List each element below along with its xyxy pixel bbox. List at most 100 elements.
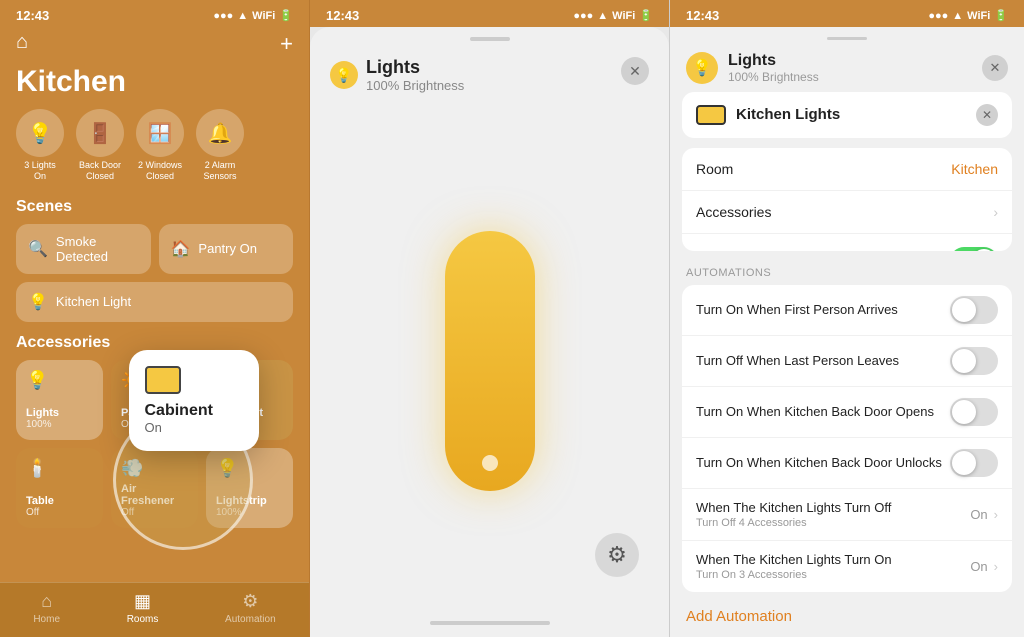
page-title: Kitchen: [0, 65, 309, 109]
tab-automation[interactable]: ⚙ Automation: [225, 591, 276, 625]
light-shape[interactable]: [445, 231, 535, 491]
acc-table[interactable]: 🕯️ Table Off: [16, 448, 103, 528]
setting-room[interactable]: Room Kitchen: [682, 148, 1012, 191]
scene-kitchen-light[interactable]: 💡 Kitchen Light: [16, 282, 293, 322]
table-name: Table: [26, 495, 93, 507]
home-icon[interactable]: ⌂: [16, 31, 28, 54]
settings-modal-header: 💡 Lights 100% Brightness ✕: [670, 40, 1024, 92]
pantry-icon: 🏠: [171, 239, 191, 259]
auto-row-first-person[interactable]: Turn On When First Person Arrives: [682, 285, 1012, 336]
auto-toggle-last-person[interactable]: [950, 347, 998, 375]
lights-icon: 💡: [26, 370, 93, 391]
settings-modal: 💡 Lights 100% Brightness ✕ Kitchen Light…: [670, 27, 1024, 637]
settings-light-icon: 💡: [686, 52, 718, 84]
status-icons-2: ●●● ▲ WiFi 🔋: [573, 9, 653, 22]
accessories-chevron: ›: [993, 204, 998, 220]
cat-alarm[interactable]: 🔔 2 AlarmSensors: [196, 109, 244, 182]
device-info: Kitchen Lights: [696, 105, 840, 125]
cat-lights-icon: 💡: [16, 109, 64, 157]
auto-row-lights-on[interactable]: When The Kitchen Lights Turn On Turn On …: [682, 541, 1012, 592]
table-icon: 🕯️: [26, 458, 93, 479]
auto-toggle-last-person-knob: [952, 349, 976, 373]
settings-subtitle: 100% Brightness: [728, 70, 819, 84]
panel-lights-brightness: 12:43 ●●● ▲ WiFi 🔋 💡 Lights 100% Brightn…: [310, 0, 670, 637]
cabinent-popup-name: Cabinent: [145, 402, 243, 420]
time-1: 12:43: [16, 8, 49, 23]
modal-close-button[interactable]: ✕: [621, 57, 649, 85]
panel-lights-settings: 12:43 ●●● ▲ WiFi 🔋 💡 Lights 100% Brightn…: [670, 0, 1024, 637]
device-name: Kitchen Lights: [736, 106, 840, 123]
auto-label-first-person: Turn On When First Person Arrives: [696, 302, 950, 319]
setting-accessories[interactable]: Accessories ›: [682, 191, 1012, 234]
auto-label-lights-off: When The Kitchen Lights Turn Off: [696, 500, 970, 517]
auto-row-door-opens[interactable]: Turn On When Kitchen Back Door Opens: [682, 387, 1012, 438]
bottom-indicator: [430, 621, 550, 625]
automations-list: Turn On When First Person Arrives Turn O…: [682, 285, 1012, 592]
scenes-grid: 🔍 Smoke Detected 🏠 Pantry On 💡 Kitchen L…: [0, 224, 309, 330]
auto-label-last-person: Turn Off When Last Person Leaves: [696, 353, 950, 370]
lights-status: 100%: [26, 419, 93, 430]
cat-windows[interactable]: 🪟 2 WindowsClosed: [136, 109, 184, 182]
auto-row-lights-off[interactable]: When The Kitchen Lights Turn Off Turn Of…: [682, 489, 1012, 541]
scene-smoke-label: Smoke Detected: [56, 234, 139, 264]
chevron-lights-off-icon: ›: [994, 507, 998, 522]
auto-toggle-first-person-knob: [952, 298, 976, 322]
add-button[interactable]: +: [280, 31, 293, 57]
auto-toggle-door-unlocks[interactable]: [950, 449, 998, 477]
favorites-toggle-knob: [972, 249, 996, 251]
cat-windows-icon: 🪟: [136, 109, 184, 157]
tab-home[interactable]: ⌂ Home: [33, 591, 60, 625]
auto-sublabel-lights-off: Turn Off 4 Accessories: [696, 517, 970, 529]
auto-toggle-first-person[interactable]: [950, 296, 998, 324]
scene-smoke[interactable]: 🔍 Smoke Detected: [16, 224, 151, 274]
lights-modal: 💡 Lights 100% Brightness ✕ ⚙: [310, 27, 669, 637]
cat-door[interactable]: 🚪 Back DoorClosed: [76, 109, 124, 182]
device-remove-button[interactable]: ✕: [976, 104, 998, 126]
light-pin: [482, 455, 498, 471]
tab-home-icon: ⌂: [41, 591, 52, 612]
cabinent-popup[interactable]: Cabinent On: [129, 350, 259, 451]
auto-toggle-door-unlocks-knob: [952, 451, 976, 475]
status-bar-3: 12:43 ●●● ▲ WiFi 🔋: [670, 0, 1024, 27]
tab-rooms[interactable]: ▦ Rooms: [127, 591, 159, 625]
tab-rooms-label: Rooms: [127, 614, 159, 625]
status-icons-1: ●●● ▲ WiFi 🔋: [213, 9, 293, 22]
settings-list: Room Kitchen Accessories › Include in Fa…: [682, 148, 1012, 251]
status-icons-3: ●●● ▲ WiFi 🔋: [928, 9, 1008, 22]
scene-pantry[interactable]: 🏠 Pantry On: [159, 224, 294, 274]
accessories-label: Accessories: [696, 204, 771, 220]
add-automation-button[interactable]: Add Automation: [670, 596, 1024, 637]
tab-rooms-icon: ▦: [134, 591, 151, 612]
auto-row-last-person[interactable]: Turn Off When Last Person Leaves: [682, 336, 1012, 387]
auto-label-lights-on: When The Kitchen Lights Turn On: [696, 552, 970, 569]
smoke-icon: 🔍: [28, 239, 48, 259]
table-status: Off: [26, 507, 93, 518]
cat-lights-label: 3 LightsOn: [24, 160, 56, 182]
modal-subtitle: 100% Brightness: [366, 78, 464, 93]
favorites-toggle[interactable]: [950, 247, 998, 251]
acc-lights[interactable]: 💡 Lights 100%: [16, 360, 103, 440]
scenes-title: Scenes: [0, 194, 309, 224]
gear-button[interactable]: ⚙: [595, 533, 639, 577]
automations-section: AUTOMATIONS Turn On When First Person Ar…: [682, 263, 1012, 592]
settings-close-button[interactable]: ✕: [982, 55, 1008, 81]
cat-door-icon: 🚪: [76, 109, 124, 157]
room-value: Kitchen: [951, 161, 998, 177]
tab-automation-icon: ⚙: [242, 591, 258, 612]
modal-header: 💡 Lights 100% Brightness ✕: [310, 41, 669, 101]
modal-header-left: 💡 Lights 100% Brightness: [330, 57, 464, 93]
cabinent-popup-device-icon: [145, 366, 181, 394]
auto-value-lights-on: On: [970, 559, 987, 574]
auto-label-door-unlocks: Turn On When Kitchen Back Door Unlocks: [696, 455, 950, 472]
tab-bar: ⌂ Home ▦ Rooms ⚙ Automation: [0, 582, 309, 637]
scene-kitchen-label: Kitchen Light: [56, 294, 131, 309]
auto-label-door-opens: Turn On When Kitchen Back Door Opens: [696, 404, 950, 421]
gear-icon: ⚙: [607, 542, 627, 568]
categories-row: 💡 3 LightsOn 🚪 Back DoorClosed 🪟 2 Windo…: [0, 109, 309, 194]
auto-value-lights-off: On: [970, 507, 987, 522]
auto-toggle-door-opens[interactable]: [950, 398, 998, 426]
lights-name: Lights: [26, 407, 93, 419]
setting-favorites[interactable]: Include in Favorites: [682, 234, 1012, 251]
auto-row-door-unlocks[interactable]: Turn On When Kitchen Back Door Unlocks: [682, 438, 1012, 489]
cat-lights[interactable]: 💡 3 LightsOn: [16, 109, 64, 182]
